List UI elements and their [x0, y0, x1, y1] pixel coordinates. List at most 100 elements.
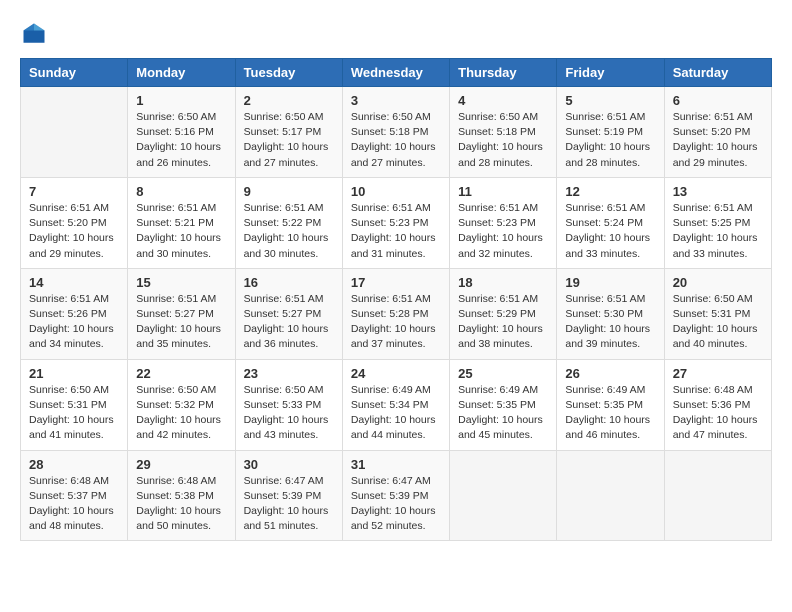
day-info: Sunrise: 6:50 AM Sunset: 5:31 PM Dayligh… — [29, 383, 119, 444]
week-row-1: 1 Sunrise: 6:50 AM Sunset: 5:16 PM Daylig… — [21, 87, 772, 178]
day-cell: 22 Sunrise: 6:50 AM Sunset: 5:32 PM Dayli… — [128, 359, 235, 450]
day-cell: 20 Sunrise: 6:50 AM Sunset: 5:31 PM Dayli… — [664, 268, 771, 359]
calendar-table: SundayMondayTuesdayWednesdayThursdayFrid… — [20, 58, 772, 541]
day-number: 7 — [29, 184, 119, 199]
day-info: Sunrise: 6:48 AM Sunset: 5:38 PM Dayligh… — [136, 474, 226, 535]
day-number: 16 — [244, 275, 334, 290]
calendar-header-row: SundayMondayTuesdayWednesdayThursdayFrid… — [21, 59, 772, 87]
day-info: Sunrise: 6:51 AM Sunset: 5:28 PM Dayligh… — [351, 292, 441, 353]
day-number: 6 — [673, 93, 763, 108]
col-header-tuesday: Tuesday — [235, 59, 342, 87]
day-cell: 9 Sunrise: 6:51 AM Sunset: 5:22 PM Daylig… — [235, 177, 342, 268]
day-cell: 26Sunrise: 6:49 AM Sunset: 5:35 PM Dayli… — [557, 359, 664, 450]
day-number: 9 — [244, 184, 334, 199]
day-info: Sunrise: 6:50 AM Sunset: 5:18 PM Dayligh… — [351, 110, 441, 171]
day-cell: 19 Sunrise: 6:51 AM Sunset: 5:30 PM Dayli… — [557, 268, 664, 359]
logo — [20, 20, 52, 48]
day-cell — [664, 450, 771, 541]
day-number: 29 — [136, 457, 226, 472]
day-cell: 11 Sunrise: 6:51 AM Sunset: 5:23 PM Dayli… — [450, 177, 557, 268]
day-number: 28 — [29, 457, 119, 472]
day-cell: 29 Sunrise: 6:48 AM Sunset: 5:38 PM Dayli… — [128, 450, 235, 541]
day-number: 2 — [244, 93, 334, 108]
day-info: Sunrise: 6:50 AM Sunset: 5:18 PM Dayligh… — [458, 110, 548, 171]
day-cell: 1 Sunrise: 6:50 AM Sunset: 5:16 PM Daylig… — [128, 87, 235, 178]
day-info: Sunrise: 6:50 AM Sunset: 5:16 PM Dayligh… — [136, 110, 226, 171]
day-number: 31 — [351, 457, 441, 472]
day-cell — [450, 450, 557, 541]
day-cell: 13 Sunrise: 6:51 AM Sunset: 5:25 PM Dayli… — [664, 177, 771, 268]
day-info: Sunrise: 6:51 AM Sunset: 5:26 PM Dayligh… — [29, 292, 119, 353]
day-info: Sunrise: 6:49 AM Sunset: 5:34 PM Dayligh… — [351, 383, 441, 444]
page-header — [20, 20, 772, 48]
day-info: Sunrise: 6:51 AM Sunset: 5:23 PM Dayligh… — [458, 201, 548, 262]
day-info: Sunrise: 6:49 AM Sunset: 5:35 PM Dayligh… — [458, 383, 548, 444]
day-number: 17 — [351, 275, 441, 290]
day-info: Sunrise: 6:51 AM Sunset: 5:20 PM Dayligh… — [673, 110, 763, 171]
day-cell: 23 Sunrise: 6:50 AM Sunset: 5:33 PM Dayli… — [235, 359, 342, 450]
day-cell: 2 Sunrise: 6:50 AM Sunset: 5:17 PM Daylig… — [235, 87, 342, 178]
day-info: Sunrise: 6:51 AM Sunset: 5:21 PM Dayligh… — [136, 201, 226, 262]
day-info: Sunrise: 6:48 AM Sunset: 5:36 PM Dayligh… — [673, 383, 763, 444]
day-number: 4 — [458, 93, 548, 108]
col-header-friday: Friday — [557, 59, 664, 87]
day-info: Sunrise: 6:47 AM Sunset: 5:39 PM Dayligh… — [244, 474, 334, 535]
day-info: Sunrise: 6:50 AM Sunset: 5:17 PM Dayligh… — [244, 110, 334, 171]
day-number: 25 — [458, 366, 548, 381]
day-number: 1 — [136, 93, 226, 108]
day-cell: 7 Sunrise: 6:51 AM Sunset: 5:20 PM Daylig… — [21, 177, 128, 268]
day-number: 11 — [458, 184, 548, 199]
day-cell: 17 Sunrise: 6:51 AM Sunset: 5:28 PM Dayli… — [342, 268, 449, 359]
day-info: Sunrise: 6:47 AM Sunset: 5:39 PM Dayligh… — [351, 474, 441, 535]
day-number: 10 — [351, 184, 441, 199]
day-cell: 5Sunrise: 6:51 AM Sunset: 5:19 PM Daylig… — [557, 87, 664, 178]
day-info: Sunrise: 6:51 AM Sunset: 5:29 PM Dayligh… — [458, 292, 548, 353]
day-cell: 3Sunrise: 6:50 AM Sunset: 5:18 PM Daylig… — [342, 87, 449, 178]
day-info: Sunrise: 6:51 AM Sunset: 5:30 PM Dayligh… — [565, 292, 655, 353]
day-cell: 30Sunrise: 6:47 AM Sunset: 5:39 PM Dayli… — [235, 450, 342, 541]
day-cell: 15 Sunrise: 6:51 AM Sunset: 5:27 PM Dayli… — [128, 268, 235, 359]
day-number: 18 — [458, 275, 548, 290]
day-number: 8 — [136, 184, 226, 199]
col-header-sunday: Sunday — [21, 59, 128, 87]
day-number: 15 — [136, 275, 226, 290]
col-header-wednesday: Wednesday — [342, 59, 449, 87]
day-number: 21 — [29, 366, 119, 381]
day-number: 13 — [673, 184, 763, 199]
day-number: 12 — [565, 184, 655, 199]
day-cell: 25 Sunrise: 6:49 AM Sunset: 5:35 PM Dayli… — [450, 359, 557, 450]
day-cell: 21 Sunrise: 6:50 AM Sunset: 5:31 PM Dayli… — [21, 359, 128, 450]
col-header-saturday: Saturday — [664, 59, 771, 87]
day-number: 14 — [29, 275, 119, 290]
day-number: 19 — [565, 275, 655, 290]
day-cell: 28 Sunrise: 6:48 AM Sunset: 5:37 PM Dayli… — [21, 450, 128, 541]
day-cell: 10 Sunrise: 6:51 AM Sunset: 5:23 PM Dayli… — [342, 177, 449, 268]
day-cell: 31 Sunrise: 6:47 AM Sunset: 5:39 PM Dayli… — [342, 450, 449, 541]
day-number: 23 — [244, 366, 334, 381]
week-row-5: 28 Sunrise: 6:48 AM Sunset: 5:37 PM Dayli… — [21, 450, 772, 541]
day-info: Sunrise: 6:50 AM Sunset: 5:31 PM Dayligh… — [673, 292, 763, 353]
day-cell — [21, 87, 128, 178]
day-info: Sunrise: 6:51 AM Sunset: 5:20 PM Dayligh… — [29, 201, 119, 262]
week-row-3: 14 Sunrise: 6:51 AM Sunset: 5:26 PM Dayli… — [21, 268, 772, 359]
day-info: Sunrise: 6:51 AM Sunset: 5:27 PM Dayligh… — [136, 292, 226, 353]
day-info: Sunrise: 6:50 AM Sunset: 5:32 PM Dayligh… — [136, 383, 226, 444]
day-number: 24 — [351, 366, 441, 381]
col-header-thursday: Thursday — [450, 59, 557, 87]
day-info: Sunrise: 6:51 AM Sunset: 5:23 PM Dayligh… — [351, 201, 441, 262]
day-info: Sunrise: 6:51 AM Sunset: 5:22 PM Dayligh… — [244, 201, 334, 262]
day-number: 20 — [673, 275, 763, 290]
day-number: 5 — [565, 93, 655, 108]
day-info: Sunrise: 6:50 AM Sunset: 5:33 PM Dayligh… — [244, 383, 334, 444]
day-info: Sunrise: 6:51 AM Sunset: 5:27 PM Dayligh… — [244, 292, 334, 353]
day-number: 22 — [136, 366, 226, 381]
day-number: 27 — [673, 366, 763, 381]
day-info: Sunrise: 6:51 AM Sunset: 5:25 PM Dayligh… — [673, 201, 763, 262]
day-cell: 16 Sunrise: 6:51 AM Sunset: 5:27 PM Dayli… — [235, 268, 342, 359]
day-cell: 18 Sunrise: 6:51 AM Sunset: 5:29 PM Dayli… — [450, 268, 557, 359]
week-row-2: 7 Sunrise: 6:51 AM Sunset: 5:20 PM Daylig… — [21, 177, 772, 268]
day-info: Sunrise: 6:48 AM Sunset: 5:37 PM Dayligh… — [29, 474, 119, 535]
week-row-4: 21 Sunrise: 6:50 AM Sunset: 5:31 PM Dayli… — [21, 359, 772, 450]
day-cell — [557, 450, 664, 541]
day-cell: 27 Sunrise: 6:48 AM Sunset: 5:36 PM Dayli… — [664, 359, 771, 450]
